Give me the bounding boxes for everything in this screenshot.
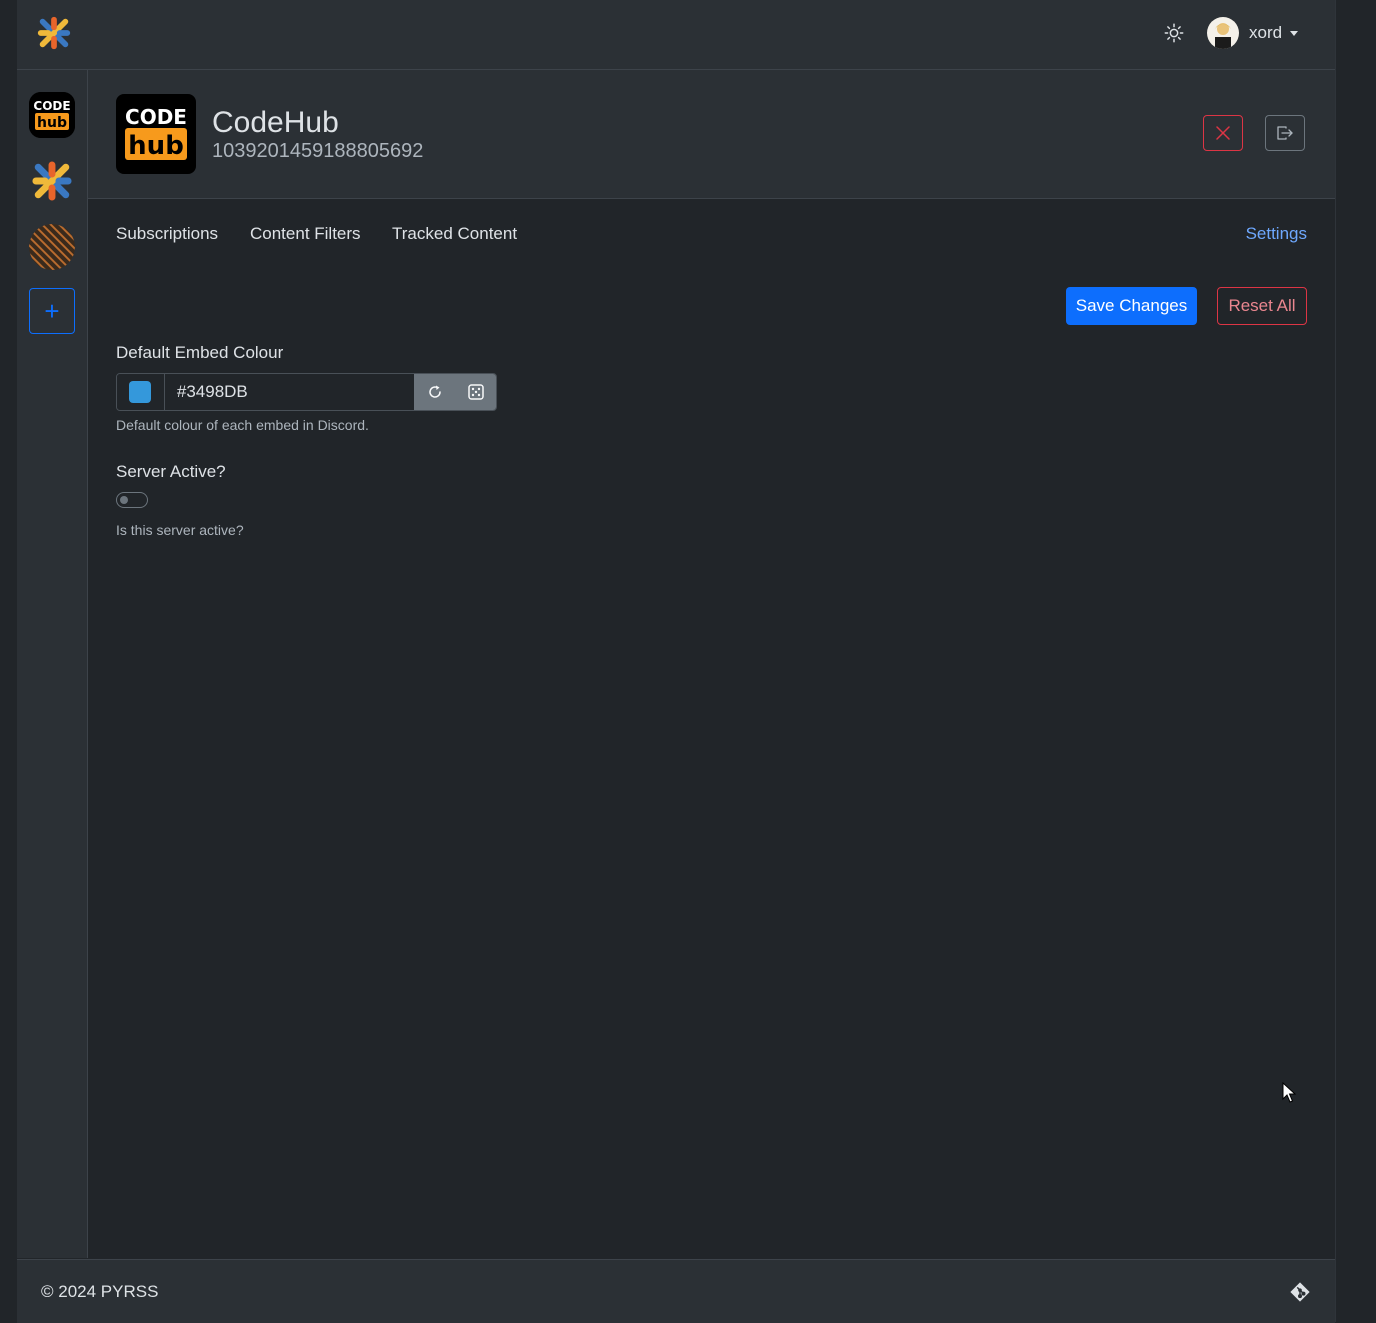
guild-logo-bottom-text: hub (37, 115, 67, 131)
pattern-logo-icon (29, 224, 75, 270)
user-avatar-icon (1207, 17, 1239, 49)
server-active-help: Is this server active? (116, 522, 244, 538)
left-gutter (0, 0, 17, 1322)
guild-tabs: Subscriptions Content Filters Tracked Co… (116, 224, 1307, 248)
sidebar-guild-pattern[interactable] (29, 224, 75, 270)
copyright-text: © 2024 PYRSS (41, 1282, 159, 1301)
save-changes-button[interactable]: Save Changes (1066, 287, 1197, 325)
right-gutter (1335, 0, 1376, 1322)
app: xord CODE hub + CODE hub CodeHub 1039201… (17, 0, 1335, 1323)
pyrss-logo-icon[interactable] (35, 14, 73, 52)
delete-guild-button[interactable] (1203, 115, 1243, 151)
embed-colour-help: Default colour of each embed in Discord. (116, 417, 369, 433)
codehub-logo-icon: CODE hub (116, 94, 196, 174)
leave-guild-button[interactable] (1265, 115, 1305, 151)
guild-id: 1039201459188805692 (212, 140, 424, 162)
mouse-cursor-icon (1282, 1082, 1296, 1103)
sidebar-guild-codehub[interactable]: CODE hub (29, 92, 75, 138)
refresh-icon (428, 385, 441, 398)
embed-colour-group (116, 373, 497, 411)
embed-colour-input[interactable] (164, 374, 415, 410)
server-active-toggle[interactable] (116, 492, 148, 508)
user-menu-dropdown[interactable]: xord (1207, 17, 1299, 49)
guild-name: CodeHub (212, 106, 339, 139)
pyrss-logo-icon (32, 161, 72, 201)
random-colour-button[interactable] (455, 374, 496, 410)
close-icon (1216, 126, 1230, 140)
colour-swatch (129, 381, 152, 403)
dice-icon (467, 384, 484, 400)
username: xord (1249, 23, 1283, 42)
toggle-knob (120, 496, 128, 504)
tab-settings[interactable]: Settings (1246, 224, 1307, 244)
chevron-down-icon (1290, 30, 1299, 36)
avatar (1207, 17, 1239, 49)
exit-icon (1277, 126, 1293, 140)
git-icon[interactable] (1289, 1281, 1311, 1303)
top-navbar: xord (17, 0, 1335, 70)
embed-colour-label: Default Embed Colour (116, 343, 284, 362)
guild-logo-bottom-text: hub (128, 131, 184, 161)
reset-all-button[interactable]: Reset All (1217, 287, 1307, 325)
add-guild-button[interactable]: + (29, 288, 75, 334)
tab-content-filters[interactable]: Content Filters (250, 224, 361, 244)
guild-logo-top-text: CODE (125, 105, 187, 129)
codehub-logo-icon: CODE hub (29, 92, 75, 138)
colour-picker-button[interactable] (117, 374, 165, 410)
footer: © 2024 PYRSS (17, 1259, 1335, 1323)
reset-colour-button[interactable] (414, 374, 456, 410)
guild-logo-top-text: CODE (33, 99, 70, 113)
sidebar-guild-pyrss[interactable] (29, 158, 75, 204)
tab-tracked-content[interactable]: Tracked Content (392, 224, 517, 244)
guild-logo: CODE hub (116, 94, 196, 174)
sun-icon[interactable] (1163, 22, 1185, 44)
server-active-label: Server Active? (116, 462, 226, 481)
guild-header: CODE hub CodeHub 1039201459188805692 (88, 70, 1335, 199)
guild-sidebar: CODE hub + (17, 70, 88, 1258)
plus-icon: + (44, 295, 60, 326)
tab-subscriptions[interactable]: Subscriptions (116, 224, 218, 244)
